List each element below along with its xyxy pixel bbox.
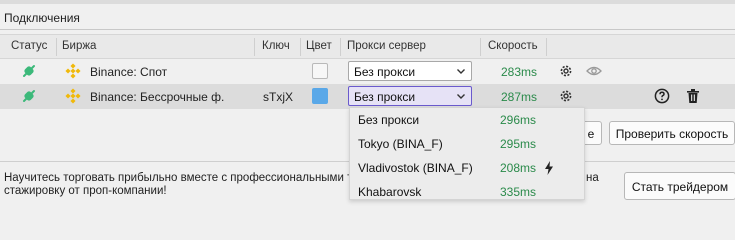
promo-text-tail: на: [586, 172, 599, 184]
promo-line-1: Научитесь торговать прибыльно вместе с п…: [4, 172, 349, 184]
gear-icon[interactable]: [558, 63, 574, 79]
header-speed: Скорость: [488, 40, 538, 52]
color-swatch[interactable]: [312, 63, 328, 79]
column-divider[interactable]: [56, 38, 57, 56]
proxy-option-speed: 295ms: [500, 137, 537, 151]
binance-logo-icon: [65, 88, 81, 104]
table-header: Статус Биржа Ключ Цвет Прокси сервер Ско…: [0, 34, 735, 59]
exchange-name: Binance: Бессрочные ф.: [90, 90, 225, 104]
column-divider[interactable]: [340, 38, 341, 56]
section-divider: [0, 29, 735, 30]
trash-icon[interactable]: [686, 88, 700, 104]
check-speed-button[interactable]: Проверить скорость: [609, 121, 735, 145]
proxy-option-name: Без прокси: [358, 113, 420, 127]
chevron-down-icon: [457, 69, 465, 74]
proxy-dropdown: Без прокси 296ms Tokyo (BINA_F) 295ms Vl…: [349, 107, 585, 200]
table-row[interactable]: Binance: Бессрочные ф. sTxjX Без прокси …: [0, 84, 735, 109]
proxy-option-name: Tokyo (BINA_F): [358, 137, 443, 151]
proxy-option[interactable]: Без прокси 296ms: [350, 108, 584, 132]
header-status: Статус: [11, 40, 48, 52]
binance-logo-icon: [65, 63, 81, 79]
column-divider[interactable]: [546, 38, 547, 56]
proxy-select[interactable]: Без прокси: [348, 61, 472, 81]
proxy-option[interactable]: Khabarovsk 335ms: [350, 180, 584, 199]
connected-plug-icon: [23, 65, 35, 77]
proxy-select[interactable]: Без прокси: [348, 86, 472, 106]
speed-value: 287ms: [501, 90, 538, 104]
proxy-option-name: Vladivostok (BINA_F): [358, 161, 473, 175]
proxy-option-speed: 208ms: [500, 161, 537, 175]
column-divider[interactable]: [300, 38, 301, 56]
column-divider[interactable]: [254, 38, 255, 56]
proxy-option-speed: 335ms: [500, 185, 537, 199]
gear-icon[interactable]: [558, 88, 574, 104]
table-row[interactable]: Binance: Спот Без прокси 283ms: [0, 59, 735, 84]
lightning-bolt-icon: [545, 161, 553, 175]
exchange-name: Binance: Спот: [90, 65, 168, 79]
proxy-option-name: Khabarovsk: [358, 185, 422, 199]
proxy-select-value: Без прокси: [354, 90, 416, 104]
become-trader-button[interactable]: Стать трейдером: [624, 172, 735, 200]
proxy-select-value: Без прокси: [354, 65, 416, 79]
chevron-down-icon: [457, 94, 465, 99]
header-exchange: Биржа: [62, 40, 97, 52]
eye-icon[interactable]: [586, 64, 602, 78]
header-color: Цвет: [306, 40, 332, 52]
api-key: sTxjX: [263, 90, 293, 104]
section-title: Подключения: [4, 11, 80, 25]
promo-line-2: стажировку от проп-компании!: [4, 185, 167, 197]
speed-value: 283ms: [501, 65, 538, 79]
column-divider[interactable]: [480, 38, 481, 56]
color-swatch[interactable]: [312, 88, 328, 104]
promo-text: Научитесь торговать прибыльно вместе с п…: [4, 172, 349, 198]
question-circle-icon[interactable]: [654, 88, 670, 104]
proxy-option-speed: 296ms: [500, 113, 537, 127]
connected-plug-icon: [23, 90, 35, 102]
connections-table: Статус Биржа Ключ Цвет Прокси сервер Ско…: [0, 34, 735, 109]
proxy-option[interactable]: Vladivostok (BINA_F) 208ms: [350, 156, 584, 180]
proxy-option[interactable]: Tokyo (BINA_F) 295ms: [350, 132, 584, 156]
top-edge: [0, 0, 735, 4]
header-proxy: Прокси сервер: [347, 40, 426, 52]
header-key: Ключ: [262, 40, 290, 52]
